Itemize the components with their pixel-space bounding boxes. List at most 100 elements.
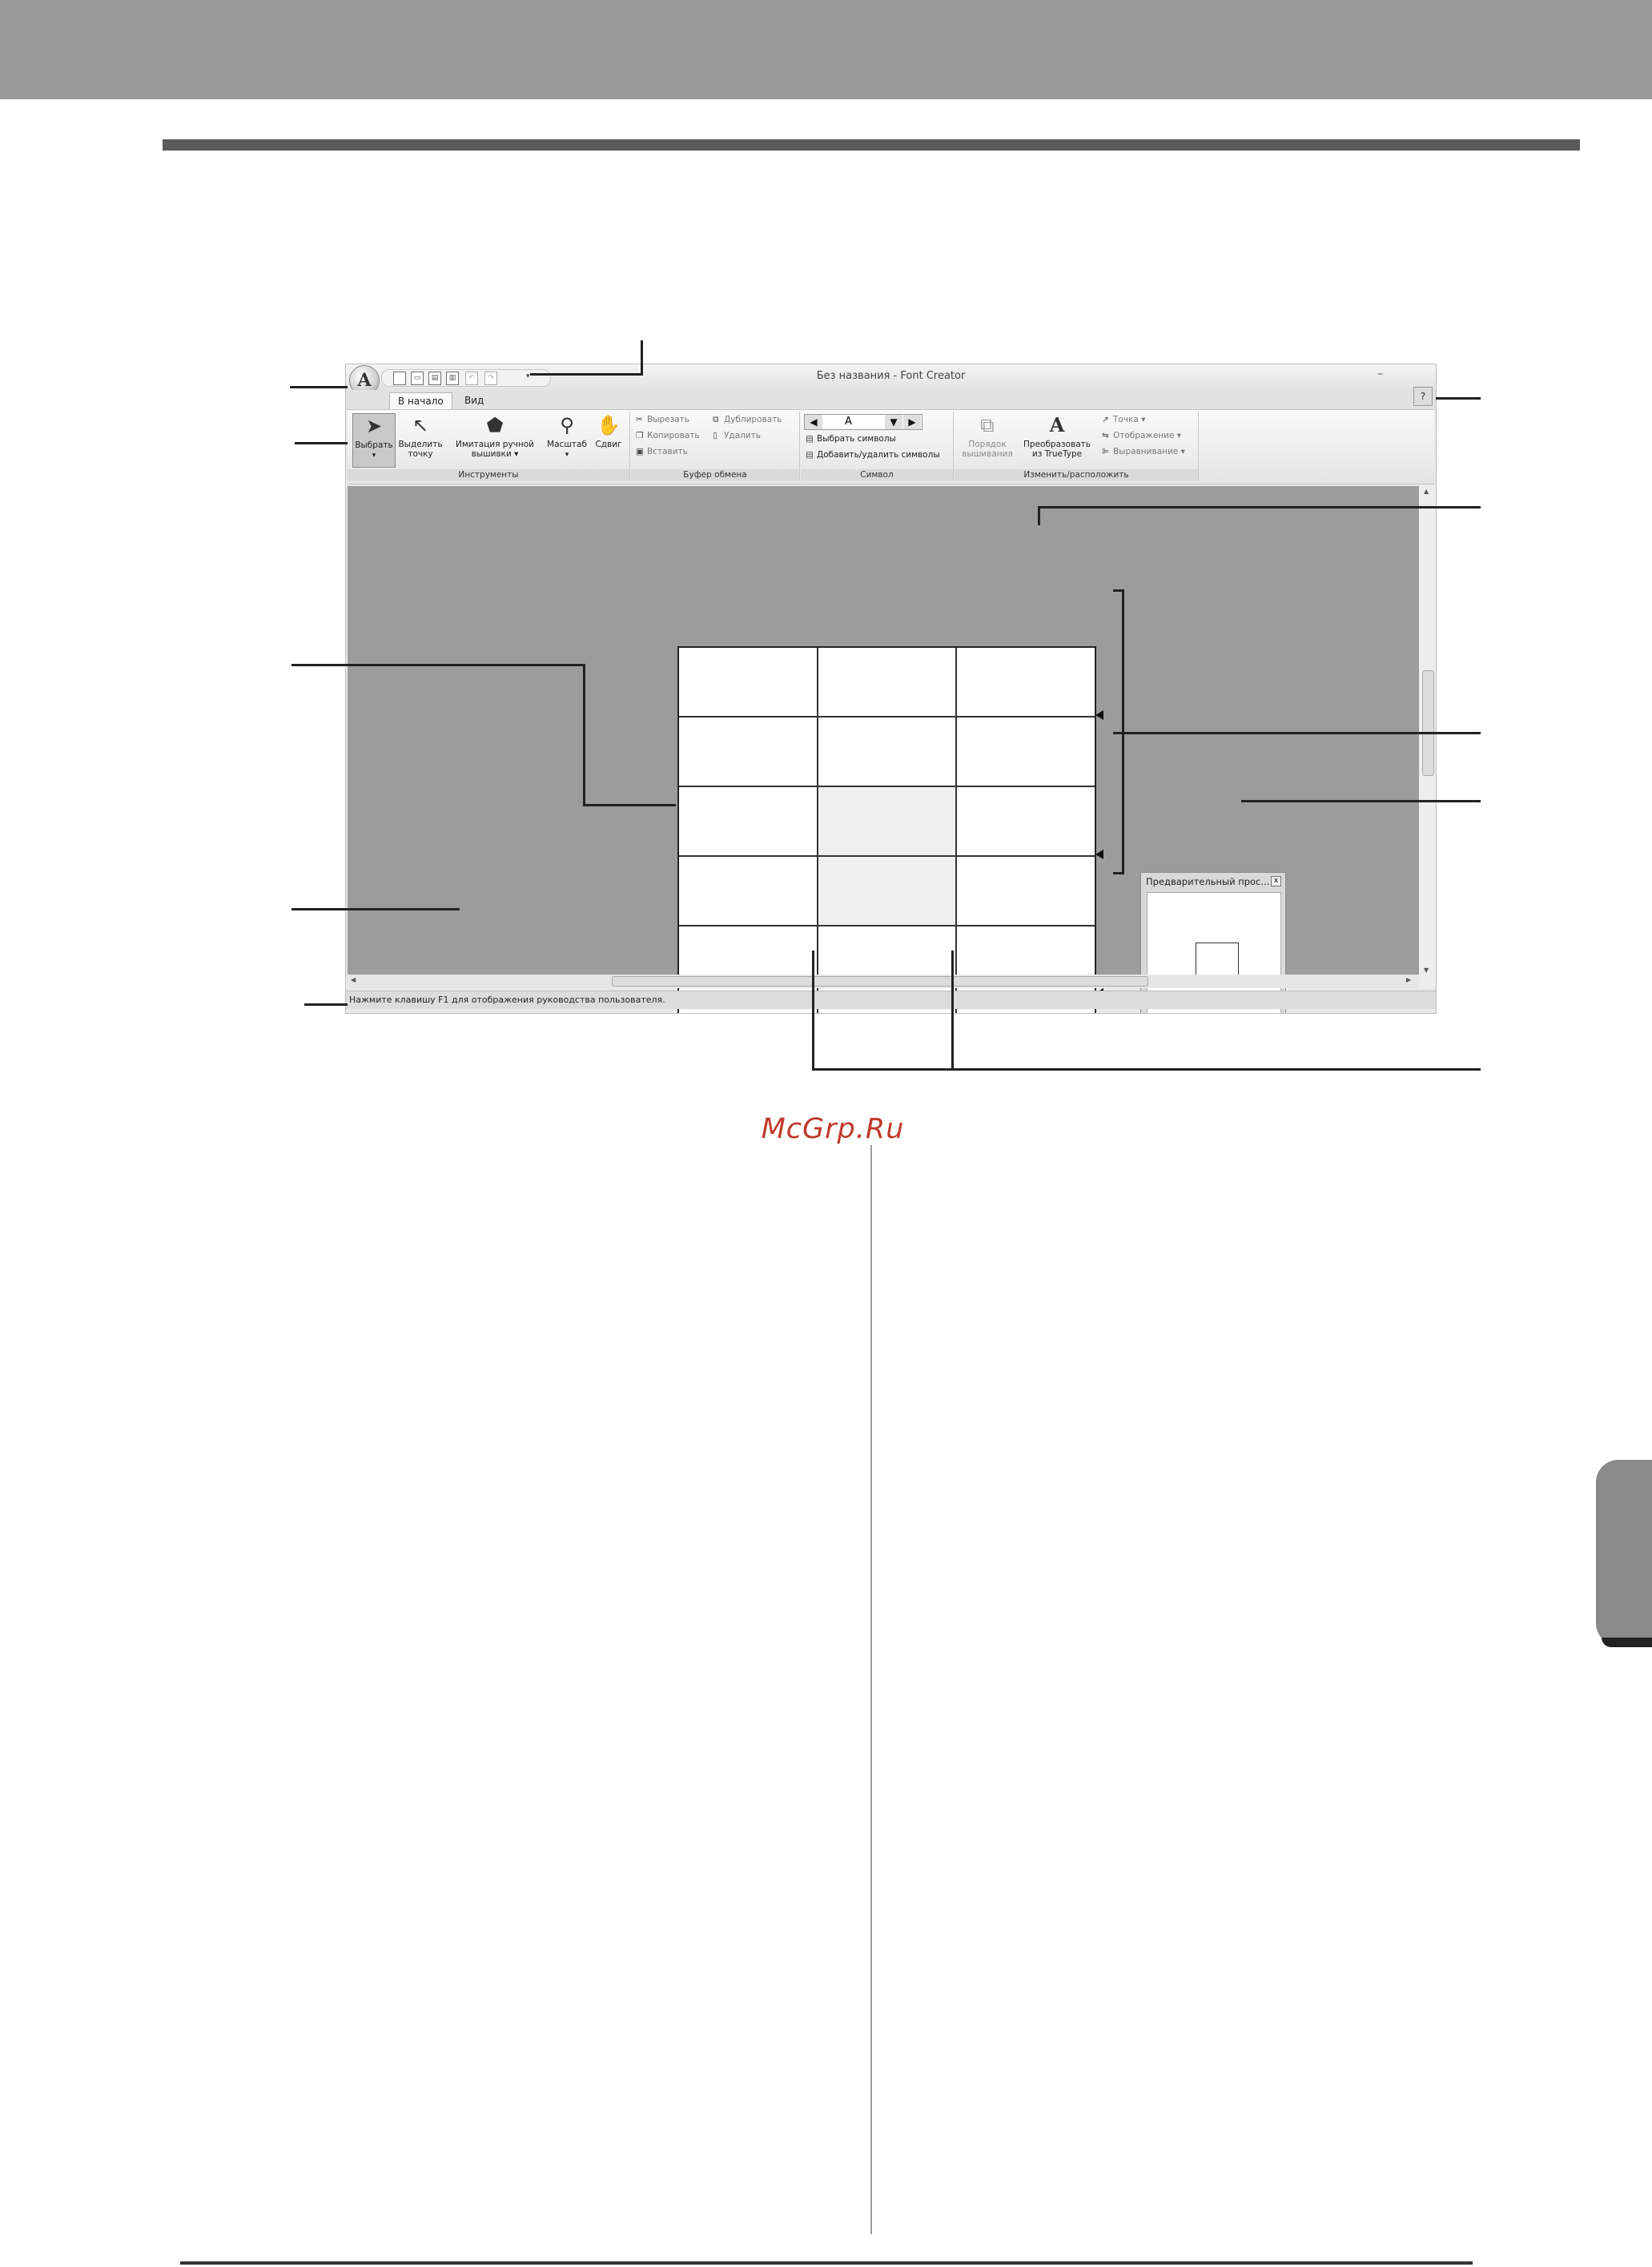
point-label: Точка ▾ bbox=[1113, 415, 1146, 424]
prev-char-icon[interactable]: ◀ bbox=[805, 415, 822, 429]
convert-truetype-button[interactable]: A Преобразовать из TrueType bbox=[1019, 413, 1095, 459]
point-button[interactable]: ↗ Точка ▾ bbox=[1102, 415, 1145, 424]
column-divider bbox=[870, 1145, 872, 2234]
zoom-button[interactable]: ⚲ Масштаб ▾ bbox=[545, 413, 589, 460]
align-button[interactable]: ⊫ Выравнивание ▾ bbox=[1102, 447, 1185, 456]
align-label: Выравнивание ▾ bbox=[1113, 447, 1185, 456]
delete-button[interactable]: ▯ Удалить bbox=[713, 431, 761, 440]
sew-order-button[interactable]: ⧉ Порядок вышивания bbox=[958, 413, 1017, 459]
add-remove-chars-button[interactable]: ▤ Добавить/удалить символы bbox=[806, 450, 940, 460]
callout-line-grid bbox=[291, 664, 585, 666]
grid-vline bbox=[817, 648, 818, 1013]
scroll-left-icon[interactable]: ◀ bbox=[351, 976, 356, 983]
embroidery-icon: ⬟ bbox=[486, 414, 504, 436]
group-character: ◀ A ▼ ▶ ▤ Выбрать символы ▤ Добавить/удали… bbox=[801, 412, 954, 480]
sew-order-label-1: Порядок bbox=[968, 440, 1007, 449]
select-chars-icon: ▤ bbox=[806, 434, 814, 444]
select-point-button[interactable]: ↖ Выделить точку bbox=[397, 413, 444, 459]
modify-group-label: Изменить/расположить bbox=[955, 469, 1198, 480]
save-as-icon[interactable]: ▥ bbox=[446, 372, 459, 385]
ribbon: ➤ Выбрать ▾ ↖ Выделить точку ⬟ Имитация р… bbox=[348, 409, 1434, 484]
minimize-button[interactable]: – bbox=[1377, 368, 1393, 380]
ribbon-tabs: В начало Вид bbox=[346, 390, 1436, 410]
callout-line-preview bbox=[1241, 800, 1481, 802]
save-icon[interactable]: ▤ bbox=[428, 372, 441, 385]
copy-button[interactable]: ❐ Копировать bbox=[636, 431, 700, 440]
scroll-right-icon[interactable]: ▶ bbox=[1406, 976, 1411, 983]
convert-label-1: Преобразовать bbox=[1023, 440, 1091, 449]
header-rule bbox=[163, 139, 1580, 151]
callout-line-guides bbox=[1113, 732, 1481, 734]
callout-line-qat-h bbox=[530, 373, 643, 376]
new-file-icon[interactable] bbox=[393, 372, 406, 385]
character-grid[interactable] bbox=[677, 646, 1096, 1013]
preview-close-button[interactable]: x bbox=[1271, 876, 1281, 886]
delete-icon: ▯ bbox=[713, 431, 717, 440]
sew-order-icon: ⧉ bbox=[980, 414, 995, 436]
callout-line-width bbox=[812, 1068, 1481, 1071]
copy-icon: ❐ bbox=[636, 431, 644, 440]
select-label: Выбрать bbox=[355, 440, 393, 450]
callout-line-grid-tr-v bbox=[1038, 506, 1040, 525]
undo-icon[interactable]: ↶ bbox=[465, 372, 478, 385]
group-clipboard: ✂ Вырезать ❐ Копировать ▣ Вставить ⧉ Дублиро… bbox=[631, 412, 800, 480]
callout-line-grid-tr bbox=[1038, 506, 1481, 508]
footer-rule bbox=[180, 2261, 1473, 2265]
paste-button[interactable]: ▣ Вставить bbox=[636, 447, 688, 456]
paste-label: Вставить bbox=[647, 447, 688, 456]
callout-line-grid-b bbox=[583, 804, 676, 806]
point-select-icon: ↖ bbox=[412, 414, 429, 436]
hand-embroidery-label-1: Имитация ручной bbox=[456, 440, 534, 449]
x-height-marker[interactable] bbox=[1095, 850, 1103, 859]
cut-button[interactable]: ✂ Вырезать bbox=[636, 415, 689, 424]
mirror-icon: ⇋ bbox=[1102, 431, 1109, 440]
watermark: McGrp.Ru bbox=[761, 1113, 905, 1145]
duplicate-button[interactable]: ⧉ Дублировать bbox=[713, 415, 782, 425]
grid-hline bbox=[679, 786, 1095, 787]
cap-height-marker[interactable] bbox=[1095, 710, 1103, 720]
callout-line-workspace bbox=[291, 908, 460, 910]
delete-label: Удалить bbox=[724, 431, 761, 440]
qat-customize-icon[interactable]: ▾ bbox=[526, 372, 530, 380]
next-char-icon[interactable]: ▶ bbox=[903, 415, 921, 429]
redo-icon[interactable]: ↷ bbox=[484, 372, 497, 385]
pan-button[interactable]: ✋ Сдвиг bbox=[591, 413, 626, 449]
horizontal-scrollbar[interactable]: ◀ ▶ bbox=[348, 975, 1419, 988]
select-button[interactable]: ➤ Выбрать ▾ bbox=[352, 413, 396, 468]
chapter-tab bbox=[1596, 1460, 1652, 1646]
select-chars-button[interactable]: ▤ Выбрать символы bbox=[806, 434, 896, 444]
grid-vline bbox=[955, 648, 957, 1013]
align-icon: ⊫ bbox=[1102, 447, 1110, 456]
hand-icon: ✋ bbox=[597, 414, 621, 436]
callout-line-width-left bbox=[812, 951, 814, 1071]
help-icon: ? bbox=[1420, 391, 1426, 402]
help-button[interactable]: ? bbox=[1413, 387, 1433, 406]
vertical-scrollbar[interactable]: ▲ ▼ bbox=[1419, 486, 1436, 988]
scroll-down-icon[interactable]: ▼ bbox=[1424, 967, 1429, 974]
mirror-button[interactable]: ⇋ Отображение ▾ bbox=[1102, 431, 1181, 440]
workspace[interactable]: Предварительный прос... x bbox=[348, 486, 1419, 1013]
callout-line-guides-b bbox=[1113, 872, 1124, 874]
open-folder-icon[interactable]: ▭ bbox=[411, 372, 424, 385]
truetype-icon: A bbox=[1049, 413, 1065, 436]
character-group-label: Символ bbox=[801, 469, 953, 480]
tab-view[interactable]: Вид bbox=[456, 392, 492, 409]
grid-hline bbox=[679, 716, 1095, 717]
tab-home[interactable]: В начало bbox=[389, 392, 452, 410]
page-header-band bbox=[0, 0, 1652, 99]
current-char: A bbox=[845, 416, 852, 428]
horizontal-scroll-thumb[interactable] bbox=[612, 976, 1148, 987]
char-dropdown-icon[interactable]: ▼ bbox=[885, 415, 902, 429]
character-selector[interactable]: ◀ A ▼ ▶ bbox=[804, 414, 922, 430]
sew-order-label-2: вышивания bbox=[962, 449, 1013, 459]
add-remove-chars-label: Добавить/удалить символы bbox=[817, 450, 940, 460]
scroll-up-icon[interactable]: ▲ bbox=[1424, 488, 1429, 495]
vertical-scroll-thumb[interactable] bbox=[1422, 670, 1434, 776]
chapter-tab-shadow bbox=[1602, 1638, 1652, 1647]
callout-line-app-button bbox=[290, 386, 348, 388]
tools-group-label: Инструменты bbox=[348, 469, 629, 480]
clipboard-group-label: Буфер обмена bbox=[631, 469, 799, 480]
copy-label: Копировать bbox=[647, 431, 700, 440]
pan-label: Сдвиг bbox=[595, 440, 622, 449]
hand-embroidery-button[interactable]: ⬟ Имитация ручной вышивки ▾ bbox=[448, 413, 541, 459]
